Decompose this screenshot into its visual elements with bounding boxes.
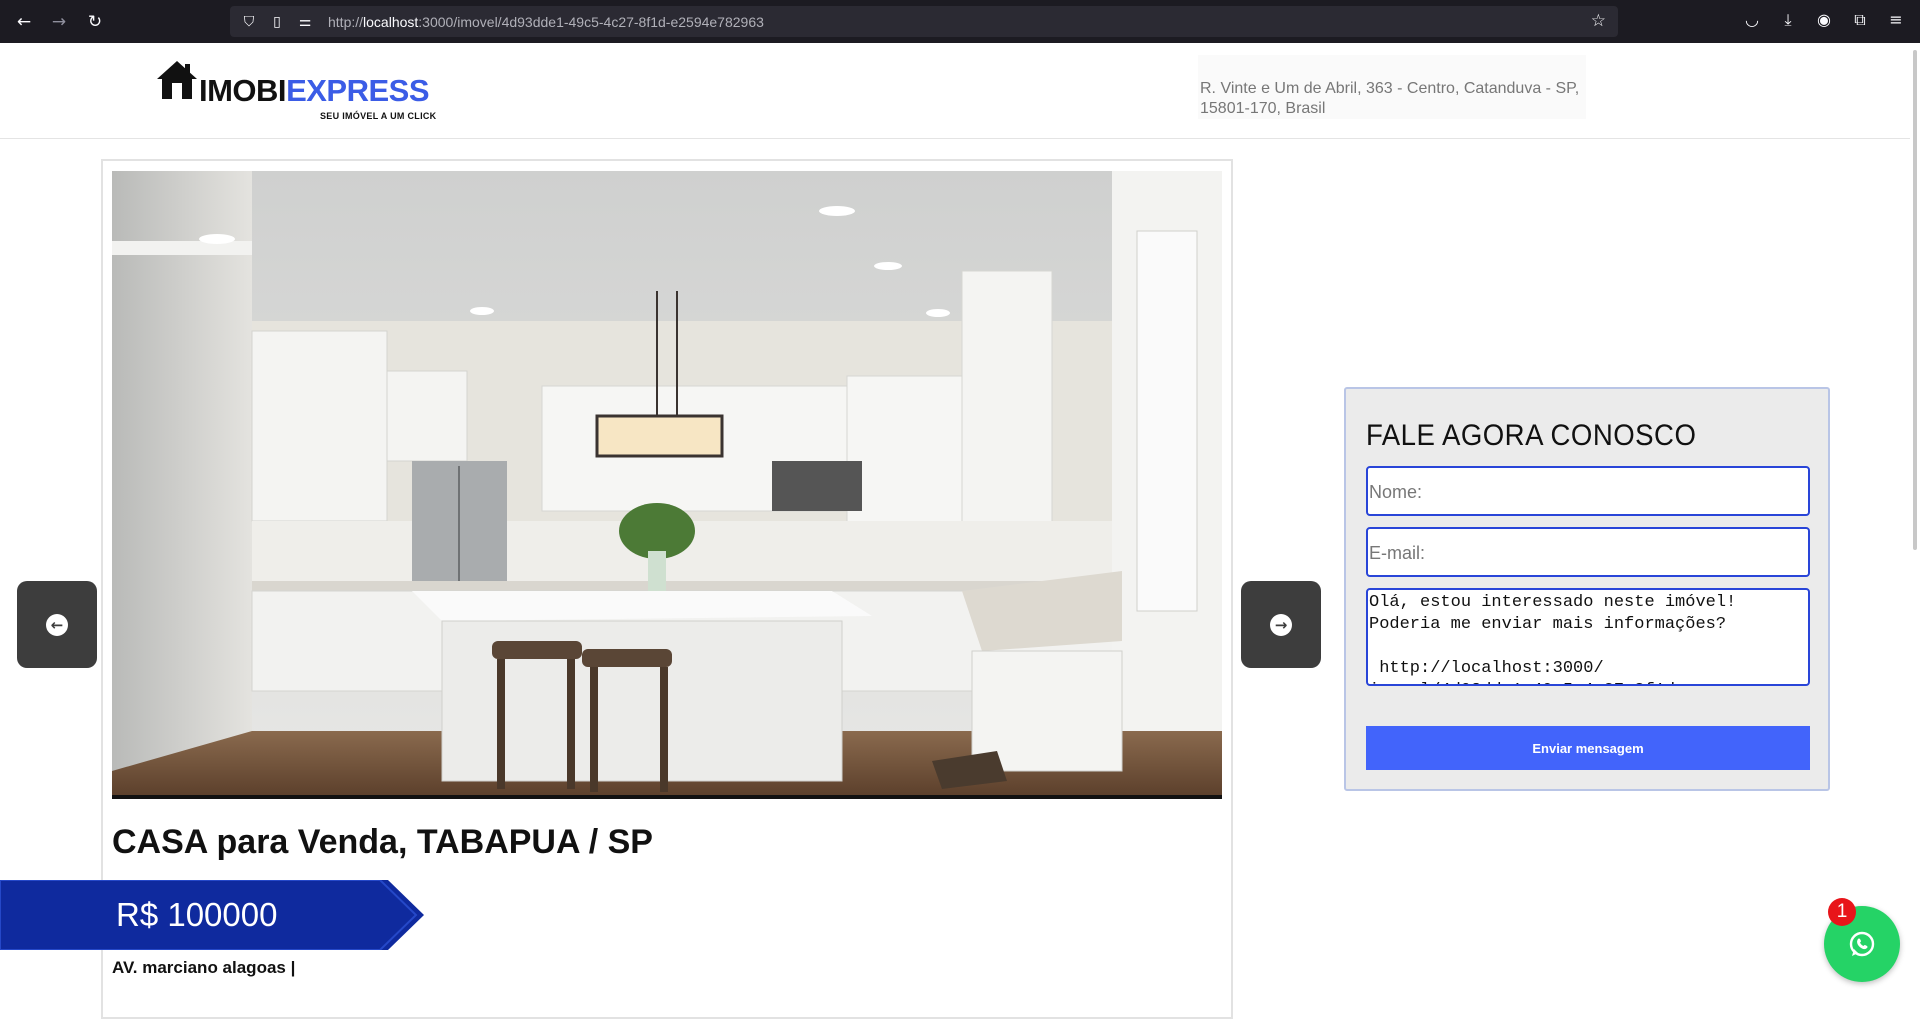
arrow-left-icon: ← xyxy=(46,613,68,636)
carousel-prev-button[interactable]: ← xyxy=(17,581,97,668)
notification-badge: 1 xyxy=(1828,898,1856,926)
browser-toolbar: ← → ↻ ⛉ ▯ ⚌ http://localhost:3000/imovel… xyxy=(0,0,1920,43)
page-icon[interactable]: ▯ xyxy=(268,14,286,30)
whatsapp-icon xyxy=(1849,931,1875,957)
logo-tagline: SEU IMÓVEL A UM CLICK xyxy=(320,111,437,121)
permissions-icon[interactable]: ⚌ xyxy=(296,14,314,30)
account-icon[interactable]: ◉ xyxy=(1813,10,1835,29)
property-address: AV. marciano alagoas | xyxy=(112,958,296,977)
forward-arrow-icon[interactable]: → xyxy=(45,8,73,36)
scrollbar-thumb[interactable] xyxy=(1913,50,1917,550)
message-textarea[interactable]: Olá, estou interessado neste imóvel! Pod… xyxy=(1366,588,1810,686)
back-arrow-icon[interactable]: ← xyxy=(10,8,38,36)
contact-heading: FALE AGORA CONOSCO xyxy=(1366,419,1697,452)
address-bar[interactable]: ⛉ ▯ ⚌ http://localhost:3000/imovel/4d93d… xyxy=(230,6,1618,37)
property-title: CASA para Venda, TABAPUA / SP xyxy=(112,823,653,861)
reload-icon[interactable]: ↻ xyxy=(81,8,109,36)
site-header: IMOBIEXPRESS SEU IMÓVEL A UM CLICK R. Vi… xyxy=(0,43,1920,139)
download-icon[interactable]: ⤓ xyxy=(1777,10,1799,30)
carousel-next-button[interactable]: → xyxy=(1241,581,1321,668)
menu-icon[interactable]: ≡ xyxy=(1885,10,1907,29)
property-price: R$ 100000 xyxy=(116,896,278,933)
extensions-icon[interactable]: ⧉ xyxy=(1849,10,1871,30)
send-message-button[interactable]: Enviar mensagem xyxy=(1366,726,1810,770)
contact-form: FALE AGORA CONOSCO Nome: E-mail: Olá, es… xyxy=(1344,387,1830,791)
arrow-right-icon: → xyxy=(1270,613,1292,636)
url-text[interactable]: http://localhost:3000/imovel/4d93dde1-49… xyxy=(328,14,764,30)
house-logo-icon xyxy=(157,61,197,99)
name-field[interactable]: Nome: xyxy=(1366,466,1810,516)
email-field[interactable]: E-mail: xyxy=(1366,527,1810,577)
bookmark-star-icon[interactable]: ☆ xyxy=(1591,11,1606,31)
logo-wordmark: IMOBIEXPRESS xyxy=(199,73,430,108)
pocket-icon[interactable]: ◡ xyxy=(1741,10,1763,29)
logo[interactable]: IMOBIEXPRESS SEU IMÓVEL A UM CLICK xyxy=(155,59,455,121)
price-ribbon: R$ 100000 xyxy=(0,880,424,950)
header-address: R. Vinte e Um de Abril, 363 - Centro, Ca… xyxy=(1198,55,1586,119)
property-photo xyxy=(112,171,1222,799)
shield-icon[interactable]: ⛉ xyxy=(240,14,258,30)
